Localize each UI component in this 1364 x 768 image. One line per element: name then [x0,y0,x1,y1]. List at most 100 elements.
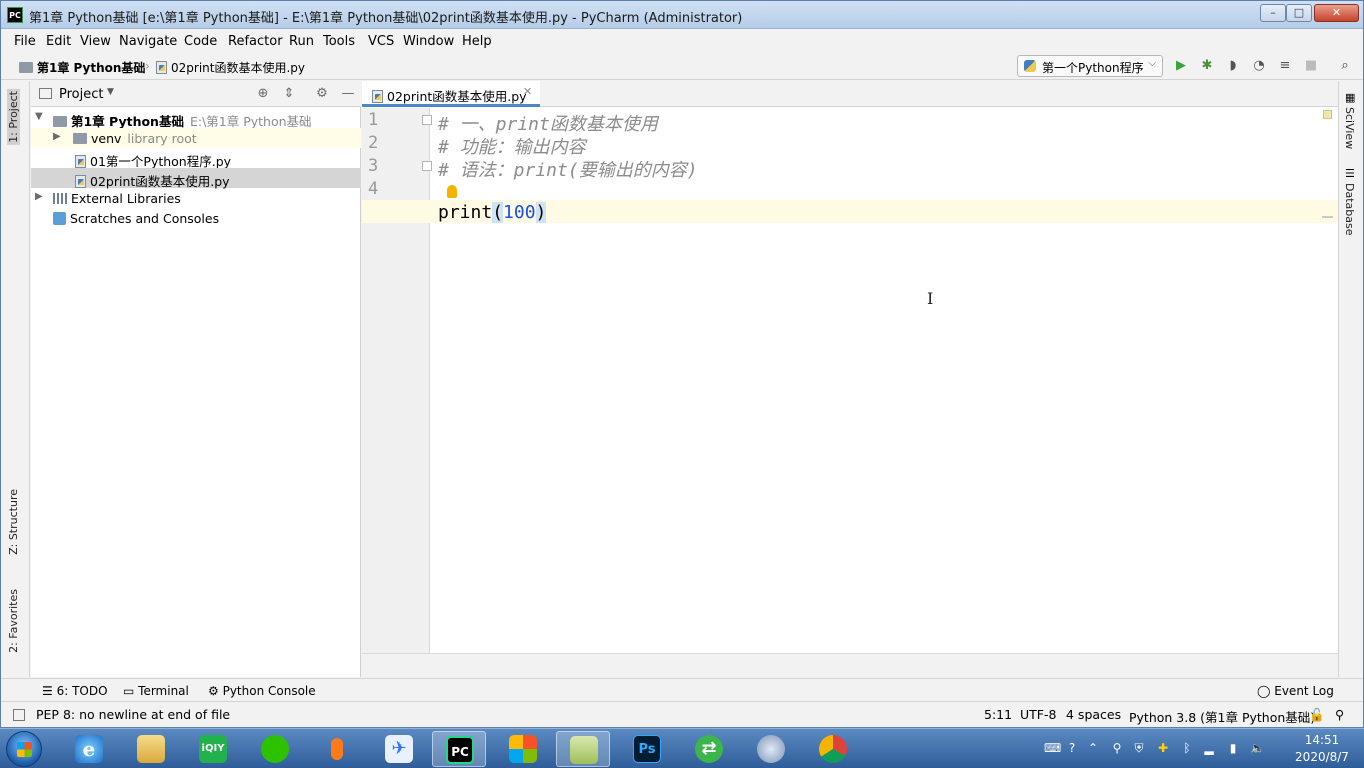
menu-code[interactable]: Code [184,34,217,49]
editor-tab-bar: 02print函数基本使用.py ✕ [362,81,1338,107]
tree-item-hint: library root [127,131,197,146]
close-button[interactable]: ✕ [1314,4,1359,22]
feishu-taskbar-icon[interactable]: ✈ [372,731,426,767]
code-area[interactable]: # 一、print函数基本使用 # 功能：输出内容 # 语法：print(要输出… [362,108,1338,653]
photoshop-taskbar-icon[interactable]: Ps [620,731,674,767]
maximize-button[interactable]: □ [1286,4,1312,22]
concurrency-diagram-icon[interactable]: ≡ [1277,58,1293,74]
menu-navigate[interactable]: Navigate [119,34,177,49]
file-encoding[interactable]: UTF-8 [1020,707,1056,722]
python-file-icon [75,175,86,188]
menu-edit[interactable]: Edit [46,34,71,49]
iqiyi-taskbar-icon[interactable]: iQIY [186,731,240,767]
status-message[interactable]: PEP 8: no newline at end of file [36,707,230,722]
tree-item-file[interactable]: 01第一个Python程序.py [31,148,361,169]
search-icon[interactable]: ⌕ [1337,58,1353,74]
plus-icon[interactable]: ✚ [1156,741,1170,755]
structure-tool-tab[interactable]: Z: Structure [7,489,20,555]
editor-tab[interactable]: 02print函数基本使用.py ✕ [362,81,540,107]
caret-down-icon[interactable]: ▼ [107,87,114,97]
inspection-status-icon[interactable] [1323,110,1332,119]
shield-icon[interactable]: ⛨ [1132,741,1146,755]
pycharm-taskbar-icon[interactable]: PC [432,731,486,767]
start-button[interactable] [6,731,42,767]
help-icon[interactable]: ? [1065,741,1079,755]
collapse-all-icon[interactable]: ⇕ [281,86,297,102]
python-interpreter[interactable]: Python 3.8 (第1章 Python基础) [1129,707,1315,726]
fold-marker-icon[interactable] [422,161,432,171]
collapse-arrow-icon[interactable]: ▶ [53,131,61,142]
menu-help[interactable]: Help [462,34,492,49]
locate-icon[interactable]: ⊕ [255,86,271,102]
toggle-tool-windows-icon[interactable] [13,709,25,721]
title-bar[interactable]: PC 第1章 Python基础 [e:\第1章 Python基础] - E:\第… [1,1,1363,29]
menu-view[interactable]: View [80,34,111,49]
notes-taskbar-icon[interactable] [556,731,610,767]
fold-marker-icon[interactable] [422,115,432,125]
menu-file[interactable]: File [14,34,36,49]
terminal-tool-tab-label: Terminal [138,684,189,698]
close-tab-icon[interactable]: ✕ [523,85,532,98]
wechat-taskbar-icon[interactable] [248,731,302,767]
inspector-icon[interactable]: ⚲ [1335,707,1344,722]
keyboard-icon[interactable]: ⌨ [1044,741,1061,755]
code-line-3[interactable]: # 语法：print(要输出的内容) [438,156,698,182]
chevron-up-icon[interactable]: ⌃ [1086,741,1100,755]
expand-arrow-icon[interactable]: ▼ [35,111,43,122]
run-icon[interactable]: ▶ [1173,58,1189,74]
stop-icon[interactable]: ■ [1303,58,1319,74]
menu-tools[interactable]: Tools [323,34,355,49]
caret-position[interactable]: 5:11 [984,707,1012,722]
event-log-tool-tab[interactable]: ◯ Event Log [1257,684,1334,698]
code-line-5[interactable]: print(100) [438,202,547,223]
lightbulb-icon[interactable] [447,185,457,198]
terminal-tool-tab[interactable]: ▭ Terminal [123,684,189,698]
bluetooth-icon[interactable]: ᛒ [1180,741,1194,755]
qq-taskbar-icon[interactable] [744,731,798,767]
project-tool-tab[interactable]: 1: Project [7,89,20,145]
editor-scrollbar[interactable] [1320,108,1334,653]
hide-panel-icon[interactable]: — [340,86,356,102]
tree-item-venv[interactable]: ▶ venv library root [31,128,361,148]
windows-explorer-taskbar-icon[interactable] [496,731,550,767]
collapse-arrow-icon[interactable]: ▶ [35,191,43,202]
menu-window[interactable]: Window [403,34,454,49]
volume-icon[interactable]: 🔈 [1250,741,1265,755]
lock-icon[interactable]: 🔓 [1309,707,1325,723]
python-console-tool-tab[interactable]: ⚙ Python Console [208,684,316,698]
tree-item-external-libraries[interactable]: ▶ External Libraries [31,188,361,208]
profile-icon[interactable]: ◔ [1251,58,1267,74]
update-taskbar-icon[interactable]: ⇄ [682,731,736,767]
project-panel-title[interactable]: Project [59,87,103,102]
todo-tool-tab[interactable]: ☰ 6: TODO [42,684,108,698]
favorites-tool-tab[interactable]: 2: Favorites [7,589,20,653]
signal-icon[interactable]: ▂ [1202,741,1216,755]
sciview-tool-tab[interactable]: SciView [1343,107,1356,149]
chrome-taskbar-icon[interactable] [806,731,860,767]
minimize-button[interactable]: – [1260,4,1286,22]
debug-icon[interactable]: ✱ [1199,58,1215,74]
clock-date[interactable]: 2020/8/7 [1284,750,1360,764]
run-with-coverage-icon[interactable]: ◗ [1225,58,1241,74]
internet-explorer-taskbar-icon[interactable]: e [62,731,116,767]
code-function-name: print [438,202,493,223]
power-icon[interactable]: ▮ [1226,741,1240,755]
photoshop-label: Ps [633,735,661,763]
menu-vcs[interactable]: VCS [368,34,394,49]
tree-item-file-selected[interactable]: 02print函数基本使用.py [31,168,361,189]
run-configuration-dropdown[interactable]: 第一个Python程序 ⌵ [1017,55,1163,77]
menu-refactor[interactable]: Refactor [228,34,283,49]
network-pin-icon[interactable]: ⚲ [1110,741,1124,755]
gear-icon[interactable]: ⚙ [314,86,330,102]
indent-setting[interactable]: 4 spaces [1066,707,1121,722]
file-explorer-taskbar-icon[interactable] [124,731,178,767]
breadcrumb-project[interactable]: 第1章 Python基础 [19,59,145,76]
database-tool-tab[interactable]: Database [1343,183,1356,236]
breadcrumb-file[interactable]: 02print函数基本使用.py [156,59,305,76]
tree-item-project-root[interactable]: ▼ 第1章 Python基础 E:\第1章 Python基础 [31,108,361,129]
microphone-taskbar-icon[interactable] [310,731,364,767]
scratches-icon [53,212,66,225]
tree-item-scratches[interactable]: Scratches and Consoles [31,208,361,228]
clock-time[interactable]: 14:51 [1300,733,1344,747]
menu-run[interactable]: Run [289,34,314,49]
